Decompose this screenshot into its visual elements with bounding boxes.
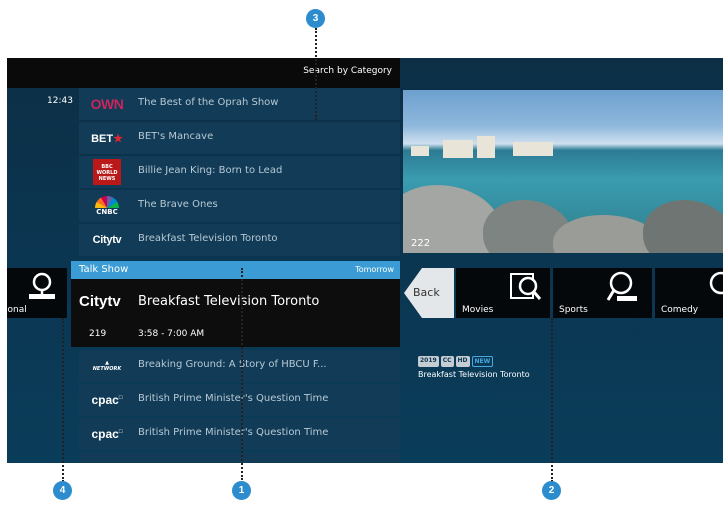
tv-guide-screen: Search by Category 12:43 OWN The Best of… <box>7 58 723 463</box>
program-title: BET's Mancave <box>138 131 214 142</box>
callout-badge: 1 <box>232 481 251 500</box>
network-logo: ▲ NETWORK <box>92 360 122 372</box>
top-bar: Search by Category <box>7 58 400 88</box>
preview-channel-number: 222 <box>411 238 431 249</box>
magnifier-icon <box>606 271 637 301</box>
guide-row[interactable]: BBC WORLD NEWS Billie Jean King: Born to L… <box>79 156 400 188</box>
callout-badge: 3 <box>306 9 325 28</box>
program-title: Breakfast Television Toronto <box>138 233 278 244</box>
new-badge: NEW <box>471 356 494 367</box>
guide-row[interactable]: Citytv Breakfast Television Toronto <box>79 224 400 256</box>
category-tile-sports[interactable]: Sports <box>553 268 652 318</box>
program-title: The Brave Ones <box>138 199 218 210</box>
magnifier-icon <box>709 271 723 295</box>
program-title: Breaking Ground: A Story of HBCU F... <box>138 359 327 370</box>
year-badge: 2019 <box>418 356 439 367</box>
own-logo: OWN <box>90 96 124 112</box>
program-info: 2019 CC HD NEW Breakfast Television Toro… <box>418 356 530 379</box>
callout-badge: 4 <box>53 481 72 500</box>
callout-line <box>241 268 243 480</box>
bet-logo: BET★ <box>91 132 123 145</box>
guide-row[interactable]: cpac□ British Prime Minister's Question … <box>79 418 400 450</box>
selected-program[interactable]: Talk Show Tomorrow Citytv Breakfast Tele… <box>71 261 400 347</box>
clock: 12:43 <box>47 96 73 106</box>
category-label: Movies <box>462 305 494 315</box>
guide-row[interactable]: BET★ BET's Mancave <box>79 122 400 154</box>
callout-line <box>62 318 64 482</box>
bbc-world-news-logo: BBC WORLD NEWS <box>79 156 135 188</box>
callout-badge: 2 <box>542 481 561 500</box>
category-tile-comedy[interactable]: Comedy <box>655 268 723 318</box>
genre-label: Talk Show <box>79 264 129 275</box>
info-title: Breakfast Television Toronto <box>418 370 530 379</box>
program-title: British Prime Minister's Question Time <box>138 427 329 438</box>
category-label: Comedy <box>661 305 699 315</box>
selected-title: Breakfast Television Toronto <box>138 294 320 309</box>
citytv-logo: Citytv <box>92 234 122 246</box>
callout-line <box>551 318 553 482</box>
citytv-logo: Citytv <box>79 293 121 310</box>
hd-badge: HD <box>455 356 470 367</box>
guide-row[interactable]: OWN The Best of the Oprah Show <box>79 88 400 120</box>
badge-list: 2019 CC HD NEW <box>418 356 530 367</box>
cpac-logo: cpac□ <box>91 427 123 441</box>
selected-header: Talk Show Tomorrow <box>71 261 400 279</box>
program-title: The Best of the Oprah Show <box>138 97 279 108</box>
category-label: ional <box>7 305 27 315</box>
back-label: Back <box>413 286 440 299</box>
preview-video[interactable]: 222 <box>403 90 723 253</box>
callout-line <box>315 28 317 120</box>
category-tile-movies[interactable]: Movies <box>456 268 550 318</box>
magnifier-icon <box>510 273 542 300</box>
cpac-logo: cpac□ <box>91 393 123 407</box>
category-label: Sports <box>559 305 588 315</box>
magnifier-icon <box>29 272 55 299</box>
program-title: British Prime Minister's Question Time <box>138 393 329 404</box>
guide-row-partial <box>79 452 400 463</box>
program-title: Billie Jean King: Born to Lead <box>138 165 283 176</box>
cnbc-logo: CNBC <box>79 190 135 222</box>
airtime: 3:58 - 7:00 AM <box>138 329 205 339</box>
day-label: Tomorrow <box>355 265 394 274</box>
guide-row[interactable]: cpac□ British Prime Minister's Question … <box>79 384 400 416</box>
category-tile-partial[interactable]: ional <box>7 268 67 318</box>
guide-row[interactable]: CNBC The Brave Ones <box>79 190 400 222</box>
guide-row[interactable]: ▲ NETWORK Breaking Ground: A Story of HBC… <box>79 350 400 382</box>
channel-number: 219 <box>89 329 107 339</box>
cc-badge: CC <box>440 356 454 367</box>
